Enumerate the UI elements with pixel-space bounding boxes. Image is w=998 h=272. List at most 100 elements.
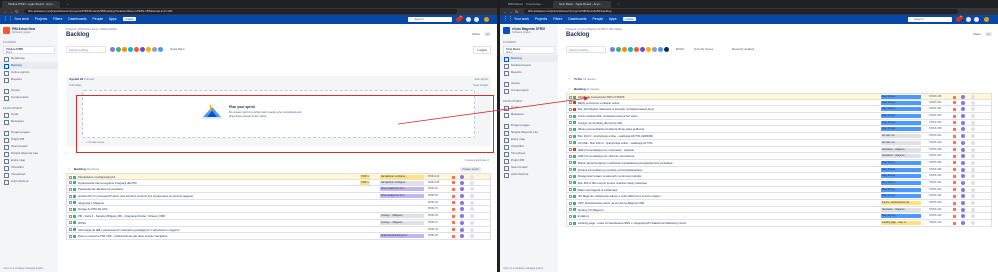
issue-summary[interactable]: ROSU [78, 220, 308, 226]
issue-summary[interactable]: Potwierdzenie dla akcji na produkcie [78, 186, 308, 192]
assignee-avatar[interactable] [961, 114, 965, 119]
sidebar-item-backlog[interactable]: Backlog [0, 62, 58, 69]
row-checkbox[interactable] [569, 121, 572, 125]
issue-key[interactable]: STRIX-330 [929, 200, 941, 206]
row-checkbox[interactable] [569, 161, 572, 165]
sidebar-item-backlog[interactable]: Backlog [500, 55, 558, 62]
sidebar-item-active-sprints[interactable]: Active sprints [0, 69, 58, 76]
row-checkbox[interactable] [569, 107, 572, 111]
sidebar-item-reports[interactable]: Reports [0, 76, 58, 83]
assignee-avatar[interactable] [460, 207, 464, 212]
issue-key[interactable]: STRIX-339 [929, 147, 941, 153]
row-checkbox[interactable] [569, 188, 572, 192]
more-actions-button[interactable]: ••• [984, 32, 992, 36]
sidebar-item-extra-map[interactable]: Extra map [500, 136, 558, 143]
share-button[interactable]: Share [973, 32, 981, 36]
backlog-row[interactable]: [NZL] Komunikacja przy złożeniu zamówien… [566, 153, 992, 160]
issue-key[interactable]: PIMN-37 [428, 220, 438, 226]
sprint-name[interactable]: styczeń 22 [69, 77, 83, 81]
epic-label[interactable]: Stary Proces [881, 180, 921, 185]
user-avatar[interactable] [663, 46, 670, 53]
issue-summary[interactable]: Button łączyć/wylączyć możliwości wyświe… [578, 160, 868, 166]
issue-summary[interactable]: Zmiany UX Magento [578, 207, 868, 213]
epic-label[interactable]: Prace Analityczne w C... [380, 187, 424, 192]
issue-summary[interactable]: Opracowanie harmonogramu integracji dla … [78, 180, 308, 186]
backlog-row[interactable]: Potwierdzenie dla akcji na produkcie Prac… [66, 186, 491, 194]
epic-label[interactable]: Stary Proces [881, 114, 921, 119]
row-checkbox[interactable] [69, 175, 72, 179]
row-checkbox[interactable] [569, 95, 572, 99]
issue-key[interactable]: STRIX-335 [929, 167, 941, 173]
add-dates-link[interactable]: Add dates [69, 83, 82, 87]
assignee-avatar[interactable] [961, 207, 965, 212]
row-checkbox[interactable] [69, 181, 72, 185]
insights-button[interactable]: Insights [473, 46, 491, 54]
nav-apps[interactable]: Apps [609, 17, 617, 21]
issue-key[interactable]: STRIX-333 [929, 180, 941, 186]
nav-projects[interactable]: Projects [535, 17, 547, 21]
row-checkbox[interactable] [569, 214, 572, 218]
epic-label[interactable]: low risk i nie [881, 140, 921, 145]
backlog-row[interactable]: Landing page - nowe v2 Newslettera SMS +… [566, 220, 992, 227]
nav-dashboards[interactable]: Dashboards [68, 17, 86, 21]
assignee-avatar[interactable] [961, 134, 965, 139]
row-checkbox[interactable] [569, 114, 572, 118]
breadcrumb[interactable]: Projects / eCom Magento STRIX / Strix Ba… [566, 27, 622, 31]
issue-key[interactable]: PIMN-39 [428, 213, 438, 219]
issue-summary[interactable]: Koszyk: Komunikaty dla bonów 100 [578, 120, 868, 126]
backlog-row[interactable]: Koszyk: Komunikaty dla bonów 100 Stary Pr… [566, 119, 992, 127]
row-checkbox[interactable] [569, 141, 572, 145]
epic-label[interactable]: Newsletter – Magento... [881, 154, 921, 159]
epic-label[interactable]: Stary Proces [881, 167, 921, 172]
issue-summary[interactable]: Brak netto/zejęcia w infulamacji [578, 187, 868, 193]
issue-summary[interactable]: Bon 500 zł dla nowych bonów. Analiza i b… [578, 180, 868, 186]
user-avatar[interactable] [157, 46, 164, 53]
sidebar-item-timesheet[interactable]: Timesheet [0, 171, 58, 178]
issue-key[interactable]: PIMN-92 [428, 186, 438, 192]
sidebar-item-components[interactable]: Components [0, 94, 58, 101]
assignee-avatar[interactable] [961, 95, 965, 99]
issue-key[interactable]: STRIX-340 [929, 140, 941, 146]
backlog-row[interactable]: Brak netto/zejęcia w infulamacji Stary Pr… [566, 186, 992, 194]
assignee-avatar[interactable] [961, 221, 965, 226]
row-checkbox[interactable] [569, 194, 572, 198]
assignee-avatar[interactable] [961, 194, 965, 199]
assignee-avatar[interactable] [460, 175, 464, 179]
issue-summary[interactable]: E-faktury [578, 213, 868, 219]
sidebar-item-checklist[interactable]: Checklist [500, 143, 558, 150]
browser-tab[interactable]: BBKMaster · Knowledge... [502, 1, 552, 8]
backlog-row[interactable]: Bon 100 błędnie naliczanie w koszyku, de… [566, 106, 992, 114]
epic-label[interactable]: Newsletter – Magento... [881, 147, 921, 152]
issue-summary[interactable]: Błędy porzucone w sklepie online [578, 100, 868, 106]
backlog-row[interactable]: Zmiany UX Magento Newsletter – Magento...… [566, 206, 992, 214]
assignee-avatar[interactable] [961, 107, 965, 112]
assignee-avatar[interactable] [460, 234, 464, 239]
row-checkbox[interactable] [569, 208, 572, 212]
backlog-row[interactable]: Dane w systemie PIM i WZ - użytkownik wi… [66, 233, 491, 240]
epic-label[interactable]: Stary Proces [881, 160, 921, 165]
backlog-row[interactable]: JIS Magento: dołączenie adresu o zysk CE… [566, 193, 992, 200]
row-checkbox[interactable] [69, 228, 72, 231]
issue-summary[interactable]: Dostępność towaru w salonach na stronie … [578, 173, 868, 179]
row-checkbox[interactable] [69, 214, 72, 218]
assignee-avatar[interactable] [460, 214, 464, 219]
issue-summary[interactable]: Wiele e-komunikatów do klienta firmie st… [578, 126, 868, 132]
backlog-title[interactable]: Backlog [74, 167, 86, 171]
sidebar-item-simple-reports[interactable]: Simple Reports Lite [0, 150, 58, 157]
issue-key[interactable]: STRIX-338 [929, 126, 941, 132]
issue-key[interactable]: STRIX-354 [929, 100, 941, 106]
issue-key[interactable]: PIMN-40 [428, 200, 438, 206]
backlog-title[interactable]: Backlog [574, 87, 586, 91]
assignee-avatar[interactable] [460, 200, 464, 205]
assignee-avatar[interactable] [460, 194, 464, 199]
reload-icon[interactable]: ↻ [15, 8, 18, 15]
sidebar-item-checklist[interactable]: Checklist [0, 164, 58, 171]
sidebar-item-issues[interactable]: Issues [0, 87, 58, 94]
breadcrumb[interactable]: Projects / PIM Arhus New / Tablica PIMN [66, 27, 116, 31]
assignee-avatar[interactable] [961, 167, 965, 172]
issue-key[interactable]: STRIX-341 [929, 133, 941, 139]
backlog-row[interactable]: potwierdzić czy Grouped Product oraz atr… [66, 193, 491, 200]
backlog-row[interactable]: Button łączyć/wylączyć możliwości wyświe… [566, 159, 992, 167]
row-checkbox[interactable] [69, 221, 72, 225]
sidebar-item-add-shortcut[interactable]: Add shortcut [0, 178, 58, 185]
